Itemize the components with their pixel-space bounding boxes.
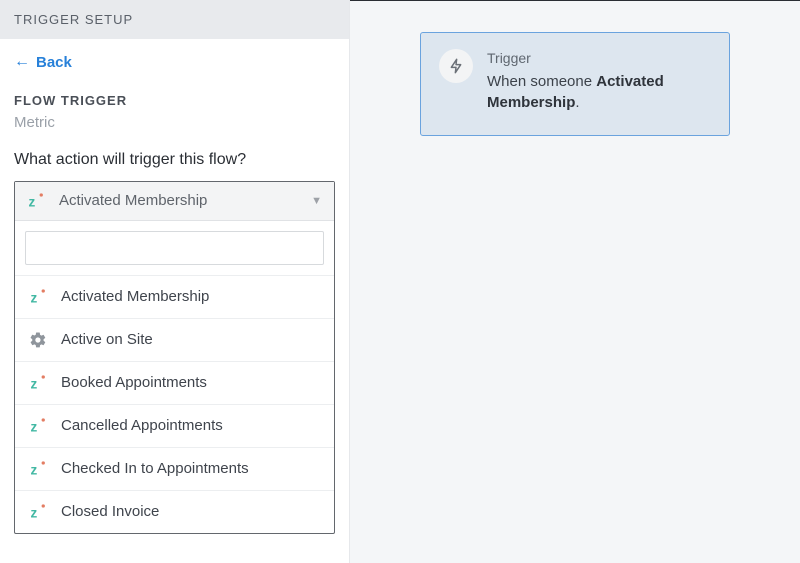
- chevron-down-icon: ▼: [311, 195, 322, 207]
- dropdown-option-label: Closed Invoice: [61, 503, 159, 520]
- trigger-card-text: When someone Activated Membership.: [487, 71, 711, 113]
- dropdown-option[interactable]: Active on Site: [15, 319, 334, 362]
- dropdown-option-label: Cancelled Appointments: [61, 417, 223, 434]
- z-brand-icon: z: [29, 374, 47, 392]
- z-brand-icon: z: [29, 288, 47, 306]
- dropdown-option[interactable]: z Activated Membership: [15, 276, 334, 319]
- z-brand-icon: z: [29, 460, 47, 478]
- back-button[interactable]: ← Back: [14, 54, 72, 71]
- app-root: TRIGGER SETUP ← Back FLOW TRIGGER Metric…: [0, 0, 800, 563]
- trigger-card[interactable]: Trigger When someone Activated Membershi…: [420, 32, 730, 136]
- dropdown-option-label: Checked In to Appointments: [61, 460, 249, 477]
- dropdown-container: z Activated Membership ▼ z Activated Memb…: [14, 181, 335, 534]
- dropdown-option[interactable]: z Cancelled Appointments: [15, 405, 334, 448]
- section-title: FLOW TRIGGER: [14, 93, 335, 108]
- arrow-left-icon: ←: [14, 54, 30, 70]
- trigger-question: What action will trigger this flow?: [14, 151, 335, 169]
- dropdown-option[interactable]: z Checked In to Appointments: [15, 448, 334, 491]
- panel-header: TRIGGER SETUP: [0, 0, 349, 39]
- sidebar-body: ← Back FLOW TRIGGER Metric What action w…: [0, 39, 349, 548]
- trigger-text-suffix: .: [575, 94, 579, 111]
- trigger-card-label: Trigger: [487, 49, 711, 69]
- svg-text:z: z: [31, 376, 38, 391]
- dropdown-search-input[interactable]: [25, 231, 324, 265]
- sidebar-panel: TRIGGER SETUP ← Back FLOW TRIGGER Metric…: [0, 0, 350, 563]
- svg-text:z: z: [31, 290, 38, 305]
- dropdown-option[interactable]: z Closed Invoice: [15, 491, 334, 533]
- lightning-icon: [439, 49, 473, 83]
- dropdown-option-label: Active on Site: [61, 331, 153, 348]
- z-brand-icon: z: [27, 192, 45, 210]
- z-brand-icon: z: [29, 417, 47, 435]
- section-subtitle: Metric: [14, 114, 335, 131]
- svg-text:z: z: [31, 505, 38, 520]
- trigger-card-body: Trigger When someone Activated Membershi…: [487, 49, 711, 113]
- z-brand-icon: z: [29, 503, 47, 521]
- dropdown-search-row: [15, 221, 334, 276]
- dropdown-option[interactable]: z Booked Appointments: [15, 362, 334, 405]
- flow-canvas: Trigger When someone Activated Membershi…: [350, 0, 800, 563]
- dropdown-selected-text: Activated Membership: [59, 192, 311, 209]
- dropdown-option-label: Activated Membership: [61, 288, 209, 305]
- trigger-text-prefix: When someone: [487, 73, 596, 90]
- dropdown-option-label: Booked Appointments: [61, 374, 207, 391]
- trigger-metric-dropdown: z Activated Membership ▼ z Activated Memb…: [14, 181, 335, 534]
- panel-title: TRIGGER SETUP: [14, 12, 133, 27]
- svg-text:z: z: [31, 419, 38, 434]
- svg-text:z: z: [29, 194, 36, 209]
- back-label: Back: [36, 54, 72, 71]
- dropdown-options-list: z Activated Membership Active on Site z Book…: [15, 276, 334, 533]
- dropdown-selected[interactable]: z Activated Membership ▼: [15, 182, 334, 221]
- gear-icon: [29, 331, 47, 349]
- svg-text:z: z: [31, 462, 38, 477]
